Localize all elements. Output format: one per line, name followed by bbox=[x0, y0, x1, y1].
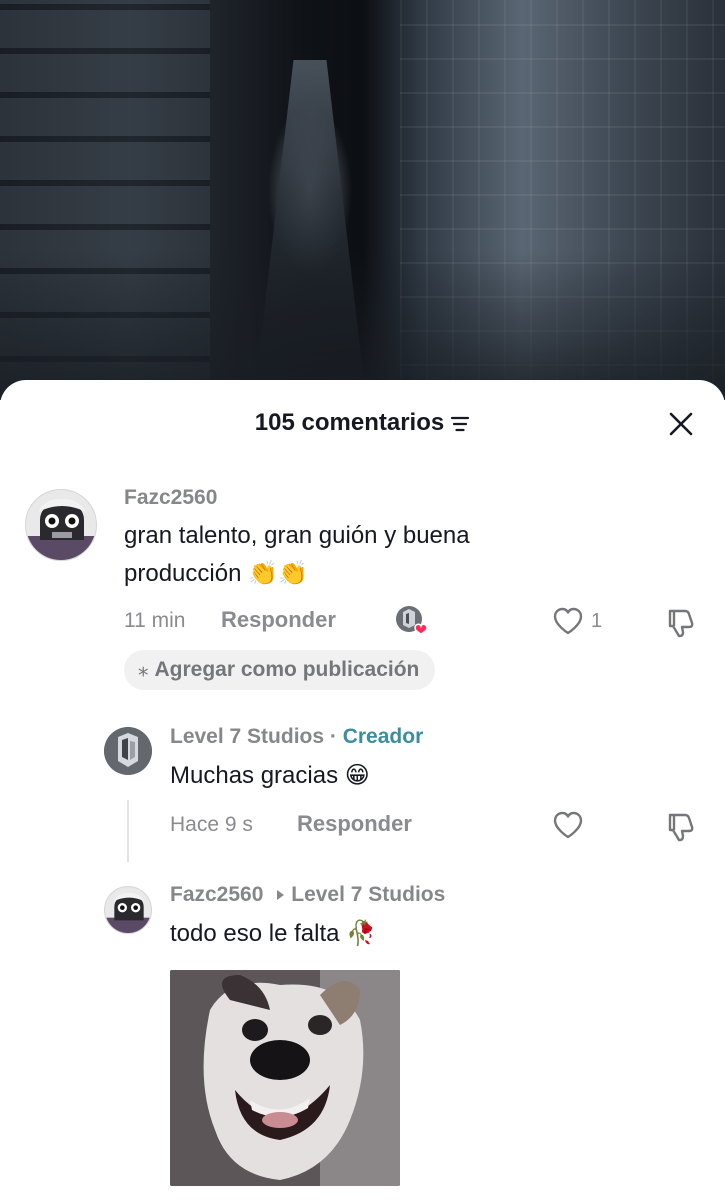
heart-icon[interactable] bbox=[552, 606, 584, 636]
dislike-icon[interactable] bbox=[664, 809, 698, 843]
reply-text: todo eso le falta 🥀 bbox=[170, 915, 376, 953]
creator-badge: Creador bbox=[342, 725, 424, 748]
reply-text: Muchas gracias 😁 bbox=[170, 757, 370, 795]
reply-text-content: todo eso le falta bbox=[170, 920, 340, 947]
wilted-rose-emoji: 🥀 bbox=[346, 920, 377, 947]
comment-text-line2-text: producción bbox=[124, 560, 242, 587]
dislike-icon[interactable] bbox=[664, 605, 698, 639]
comments-count-title: 105 comentarios bbox=[0, 406, 725, 440]
reply-button[interactable]: Responder bbox=[221, 607, 336, 633]
filter-icon[interactable] bbox=[450, 415, 470, 433]
avatar-character-icon bbox=[26, 498, 96, 560]
video-floor bbox=[0, 250, 725, 400]
sparkle-icon: ⁎ bbox=[138, 658, 149, 681]
comments-sheet: 105 comentarios Fazc2560 gran talento, g… bbox=[0, 380, 725, 1200]
comment-username[interactable]: Fazc2560 bbox=[124, 486, 217, 510]
creator-liked-badge bbox=[395, 605, 429, 635]
reply-arrow-icon bbox=[277, 890, 285, 901]
heart-icon[interactable] bbox=[552, 810, 584, 840]
reply-username-line: Fazc2560 Level 7 Studios bbox=[170, 883, 445, 907]
reply-text-content: Muchas gracias bbox=[170, 762, 339, 789]
creator-avatar[interactable] bbox=[104, 727, 152, 775]
comment-text: gran talento, gran guión y buena producc… bbox=[124, 517, 644, 593]
gif-attachment[interactable] bbox=[170, 970, 400, 1186]
dog-image bbox=[170, 970, 400, 1186]
reply-username[interactable]: Level 7 Studios bbox=[170, 725, 324, 748]
reply-username-line: Level 7 Studios · Creador bbox=[170, 725, 423, 749]
clapping-emoji: 👏👏 bbox=[248, 560, 308, 587]
close-icon[interactable] bbox=[667, 410, 695, 438]
add-as-post-button[interactable]: ⁎ Agregar como publicación bbox=[124, 650, 436, 690]
creator-liked-icon bbox=[396, 606, 428, 635]
avatar-character-icon bbox=[105, 892, 151, 933]
avatar[interactable] bbox=[104, 886, 152, 934]
comment-timestamp: 11 min bbox=[124, 609, 186, 632]
username-separator: · bbox=[324, 725, 343, 748]
comments-count-label: 105 comentarios bbox=[254, 409, 445, 436]
add-as-post-label: Agregar como publicación bbox=[154, 658, 420, 681]
avatar[interactable] bbox=[25, 489, 97, 561]
comments-header: 105 comentarios bbox=[0, 406, 725, 442]
level7-logo-icon bbox=[104, 727, 152, 775]
like-count: 1 bbox=[591, 610, 603, 632]
video-frame[interactable] bbox=[0, 0, 725, 400]
comment-text-line2: producción 👏👏 bbox=[124, 555, 644, 593]
grin-emoji: 😁 bbox=[344, 762, 370, 789]
reply-username[interactable]: Fazc2560 bbox=[170, 883, 263, 906]
comment-text-line1: gran talento, gran guión y buena bbox=[124, 522, 470, 549]
reply-to-username[interactable]: Level 7 Studios bbox=[291, 883, 445, 906]
thread-line bbox=[127, 800, 129, 862]
reply-timestamp: Hace 9 s bbox=[170, 813, 253, 836]
reply-button[interactable]: Responder bbox=[297, 811, 412, 837]
